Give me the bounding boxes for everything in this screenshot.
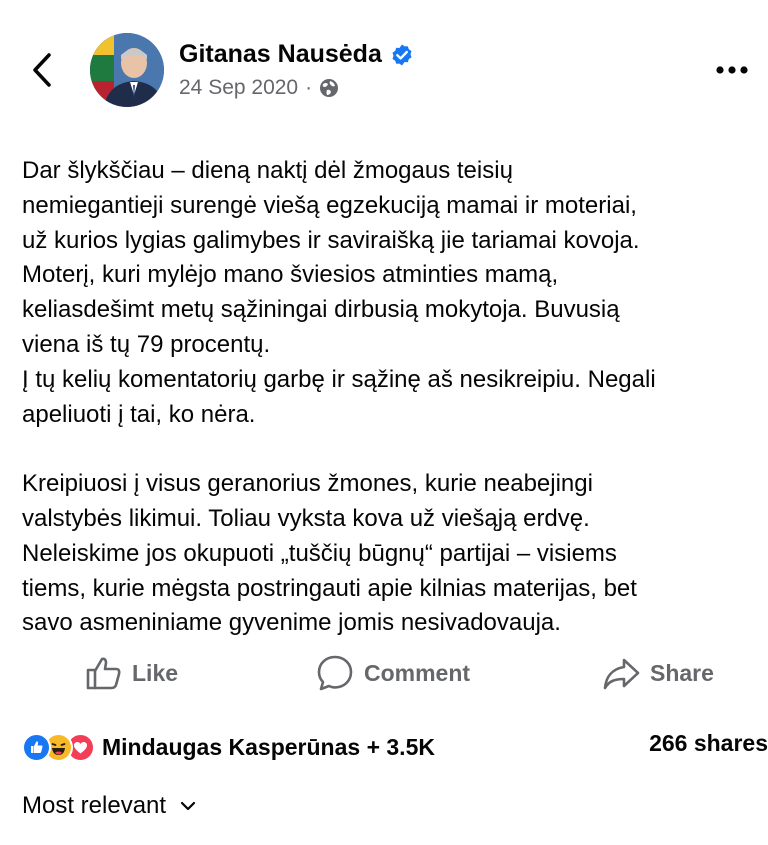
meta-separator: · [305, 76, 313, 99]
comment-label: Comment [364, 659, 471, 686]
share-arrow-icon [603, 658, 640, 690]
post-text-line: savo asmeniniame gyvenime jomis nesivado… [22, 609, 561, 637]
author-name-row: Gitanas Nausėda [179, 40, 414, 69]
comment-sort-dropdown[interactable]: Most relevant [22, 792, 196, 820]
author-name[interactable]: Gitanas Nausėda [179, 40, 382, 69]
post-text: Dar šlykščiau – dieną naktį dėl žmogaus … [22, 154, 766, 641]
post-meta: 24 Sep 2020 · [179, 76, 339, 100]
post-text-line: Į tų kelių komentatorių garbę ir sąžinę … [22, 365, 656, 393]
post-text-line: Neleiskime jos okupuoti „tuščių būgnų“ p… [22, 539, 617, 567]
comment-bubble-icon [317, 655, 353, 691]
post-text-line: už kurios lygias galimybes ir saviraišką… [22, 226, 640, 254]
post-date[interactable]: 24 Sep 2020 [179, 76, 298, 100]
like-reaction-icon [22, 732, 51, 762]
post-text-line: nemiegantieji surengė viešą egzekuciją m… [22, 191, 637, 219]
chevron-left-icon [33, 53, 51, 87]
share-label: Share [650, 659, 714, 686]
like-label: Like [132, 659, 179, 686]
shares-count[interactable]: 266 shares [649, 730, 768, 757]
post-text-line: apeliuoti į tai, ko nėra. [22, 400, 256, 428]
share-button[interactable]: Share [602, 648, 714, 698]
reactions-summary[interactable]: Mindaugas Kasperūnas + 3.5K [102, 734, 435, 761]
post-text-line: Kreipiuosi į visus geranorius žmones, ku… [22, 470, 593, 498]
sort-label: Most relevant [22, 792, 167, 819]
verified-badge-icon [392, 44, 412, 65]
post-text-line: tiems, kurie mėgsta postringauti apie ki… [22, 574, 637, 602]
post-text-line: Dar šlykščiau – dieną naktį dėl žmogaus … [22, 157, 513, 184]
thumbs-up-icon [86, 657, 121, 690]
avatar[interactable] [90, 33, 164, 107]
more-options-button[interactable] [710, 50, 754, 90]
reaction-icons[interactable] [22, 732, 95, 762]
back-button[interactable] [22, 42, 62, 98]
more-dots-icon [716, 66, 748, 74]
post-text-line: viena iš tų 79 procentų. [22, 330, 271, 358]
globe-icon [320, 79, 339, 97]
comment-button[interactable]: Comment [316, 648, 470, 698]
post-text-line: valstybės likimui. Toliau vyksta kova už… [22, 504, 590, 532]
post-text-line: Moterį, kuri mylėjo mano šviesios atmint… [22, 261, 559, 289]
chevron-down-icon [180, 801, 196, 811]
reactions-bar: Mindaugas Kasperūnas + 3.5K 266 shares [22, 730, 768, 764]
action-bar: Like Comment Share [0, 648, 768, 698]
post-text-line: keliasdešimt metų sąžiningai dirbusią mo… [22, 296, 620, 324]
like-button[interactable]: Like [84, 648, 178, 698]
